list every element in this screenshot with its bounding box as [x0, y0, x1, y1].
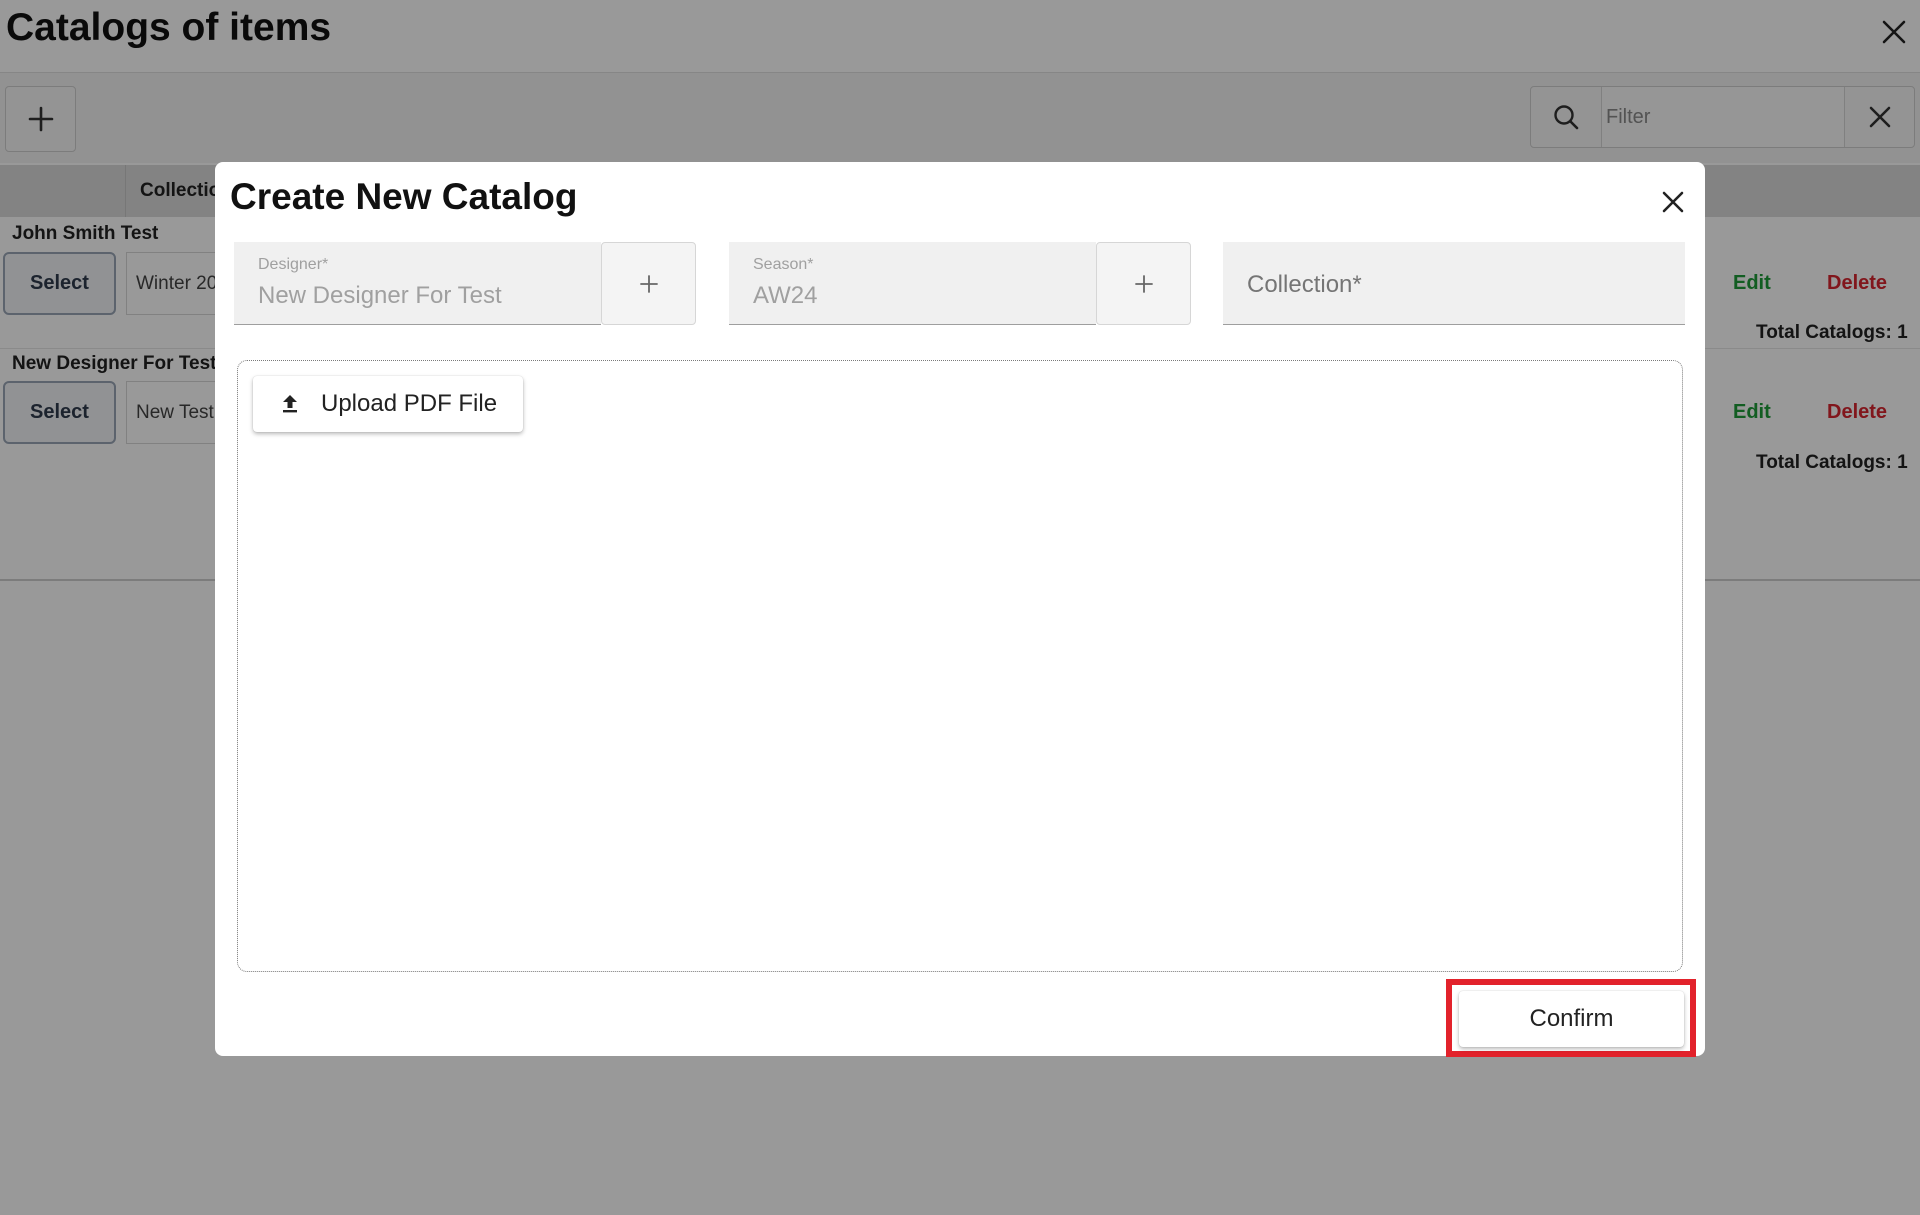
collection-field[interactable]: Collection* — [1223, 242, 1685, 325]
designer-label: Designer* — [258, 256, 329, 273]
collection-placeholder: Collection* — [1247, 271, 1362, 298]
plus-icon — [1134, 274, 1153, 293]
confirm-highlight: Confirm — [1446, 979, 1696, 1057]
plus-icon — [639, 274, 658, 293]
designer-value: New Designer For Test — [258, 282, 502, 309]
confirm-button[interactable]: Confirm — [1459, 991, 1684, 1047]
pdf-dropzone[interactable]: Upload PDF File — [237, 360, 1683, 972]
upload-label: Upload PDF File — [321, 390, 498, 417]
season-value: AW24 — [753, 282, 818, 309]
add-season-button[interactable] — [1096, 242, 1191, 325]
close-icon[interactable] — [1653, 182, 1693, 222]
dialog-title: Create New Catalog — [230, 176, 578, 217]
create-catalog-dialog: Create New Catalog Designer* New Designe… — [215, 162, 1705, 1057]
add-designer-button[interactable] — [601, 242, 696, 325]
designer-field[interactable]: Designer* New Designer For Test — [234, 242, 601, 325]
upload-icon — [283, 395, 297, 413]
catalogs-page: Catalogs of items Collection John Smith … — [0, 0, 1920, 1215]
upload-pdf-button[interactable]: Upload PDF File — [253, 376, 523, 432]
season-field[interactable]: Season* AW24 — [729, 242, 1096, 325]
season-label: Season* — [753, 256, 814, 273]
